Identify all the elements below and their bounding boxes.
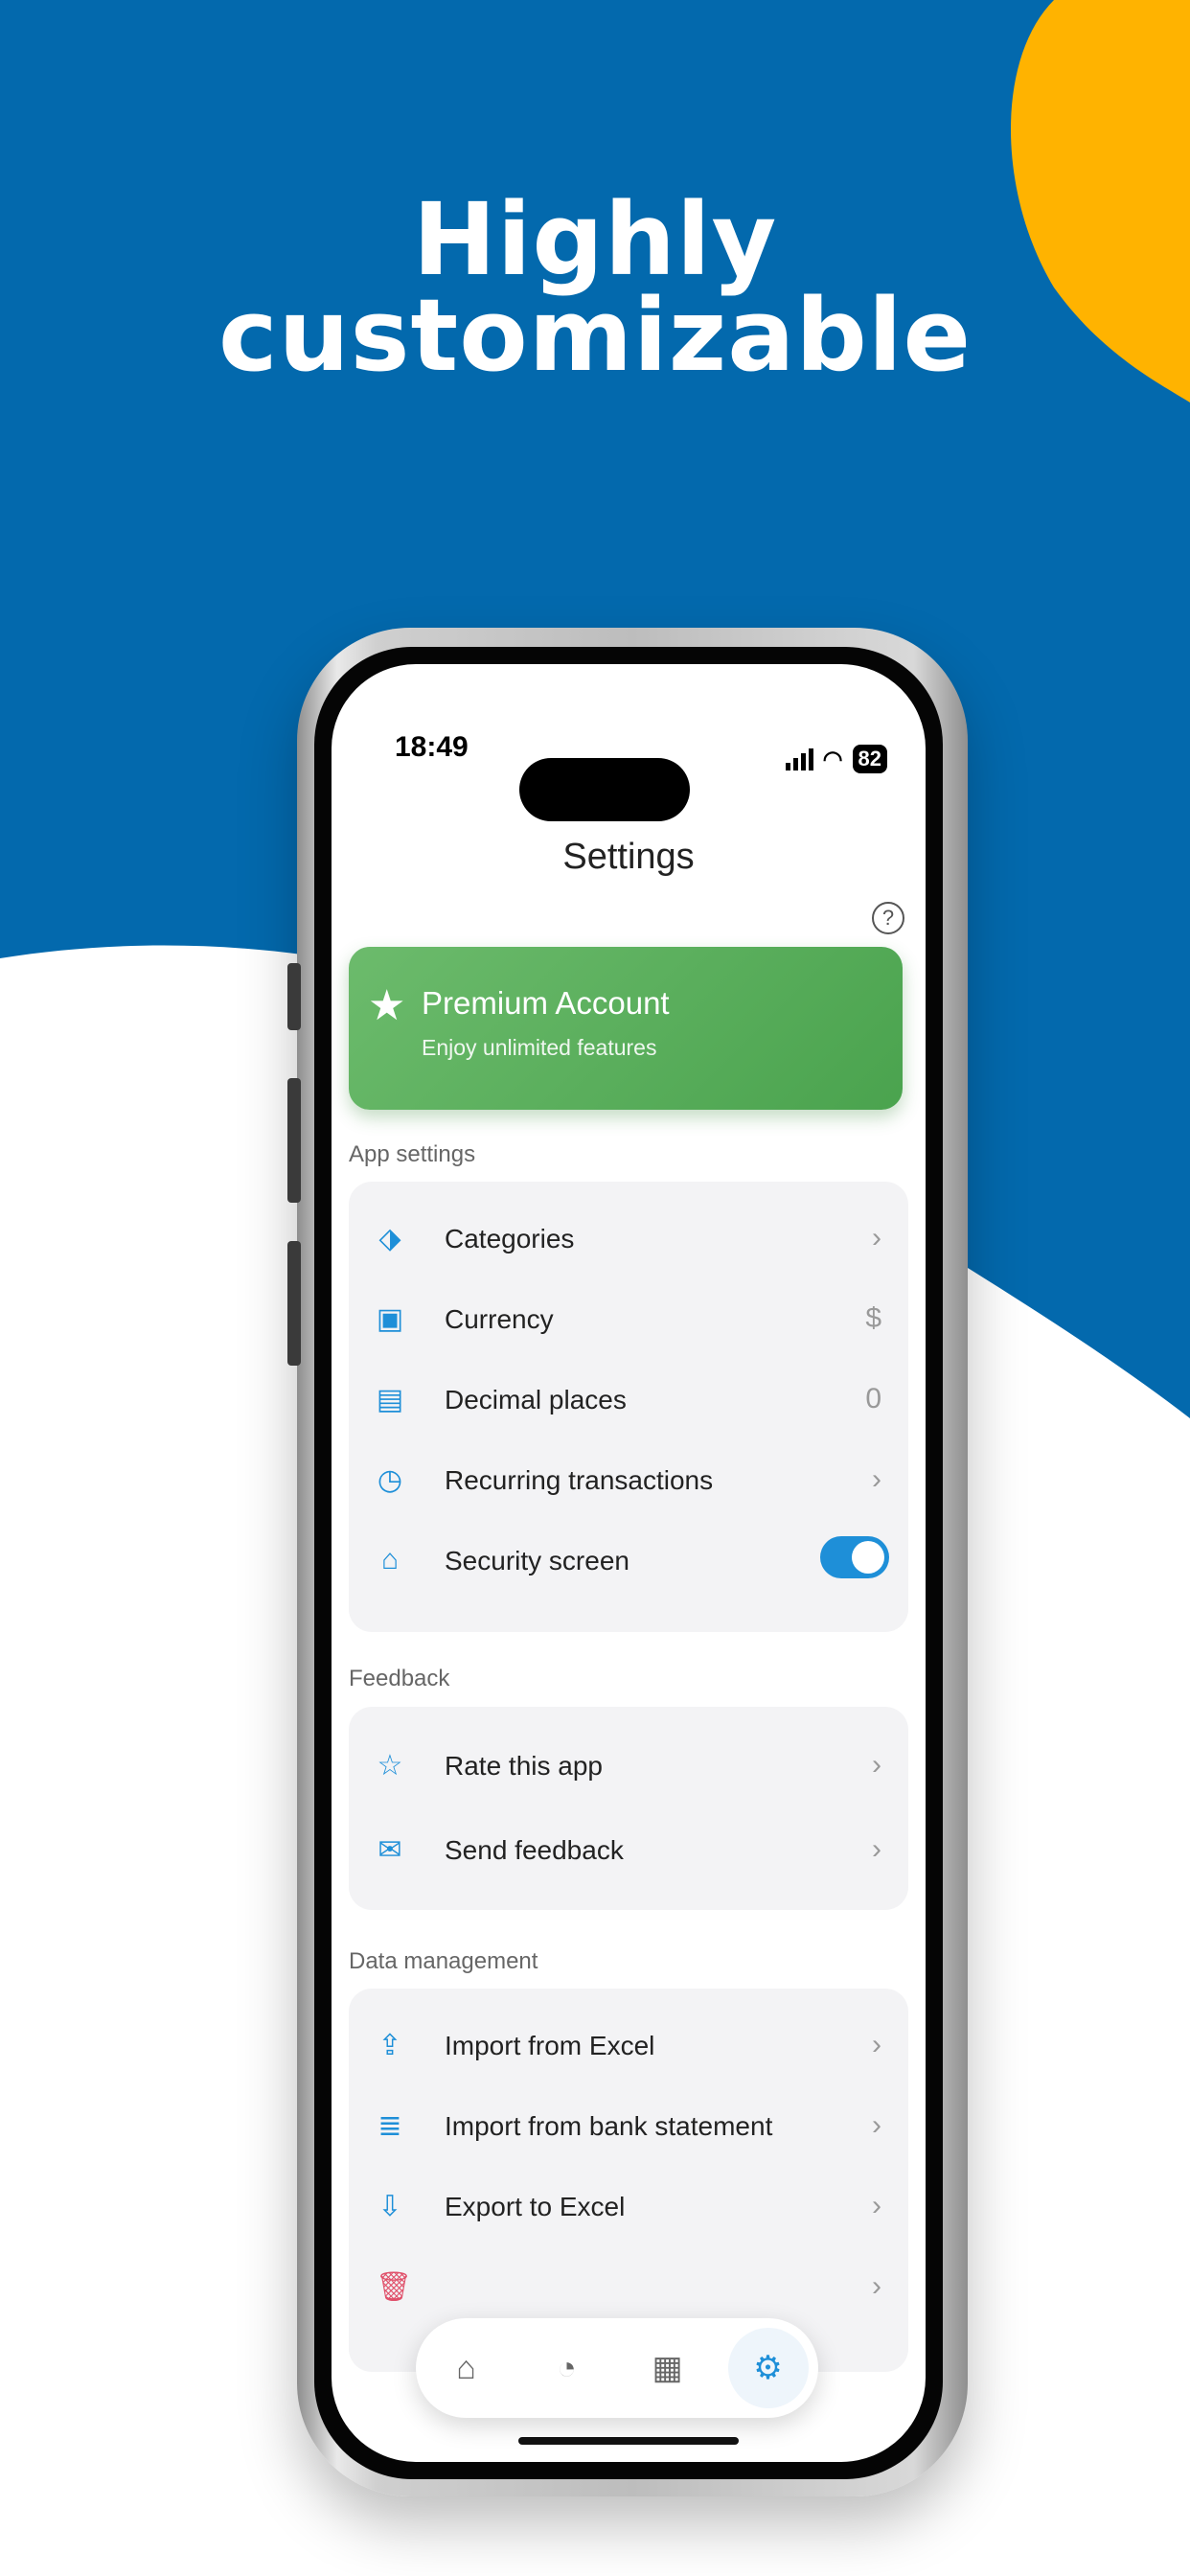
row-label: Security screen <box>445 1546 629 1576</box>
section-label-data-management: Data management <box>349 1948 538 1974</box>
settings-row-security-screen: ⌂ Security screen <box>349 1523 908 1599</box>
chevron-right-icon: › <box>872 2190 881 2221</box>
tab-bank[interactable]: ⌂ <box>426 2328 507 2408</box>
chevron-right-icon: › <box>872 1749 881 1781</box>
tag-icon: ⬗ <box>378 1223 401 1254</box>
clock-icon: ◷ <box>377 1464 403 1496</box>
settings-row-import-bank-statement[interactable]: ≣ Import from bank statement › <box>349 2088 908 2165</box>
chevron-right-icon: › <box>872 1463 881 1495</box>
section-label-feedback: Feedback <box>349 1666 450 1691</box>
row-label: Recurring transactions <box>445 1465 714 1495</box>
gear-icon: ⚙ <box>753 2350 783 2386</box>
table-icon: ▦ <box>652 2350 683 2386</box>
chat-icon: ✉ <box>378 1834 402 1866</box>
settings-row-recurring-transactions[interactable]: ◷ Recurring transactions › <box>349 1442 908 1519</box>
tab-table[interactable]: ▦ <box>628 2328 708 2408</box>
chevron-right-icon: › <box>872 1833 881 1865</box>
status-bar: 18:49 ◠ 82 <box>332 731 926 821</box>
row-label: Import from bank statement <box>445 2111 773 2141</box>
settings-row-rate-app[interactable]: ☆ Rate this app › <box>349 1728 908 1805</box>
side-button-volume-down <box>287 1241 301 1366</box>
row-label: Categories <box>445 1224 575 1254</box>
lock-icon: ⌂ <box>380 1544 400 1576</box>
tab-bar: ⌂ ◔ ▦ ⚙ <box>416 2318 818 2418</box>
chevron-right-icon: › <box>872 2029 881 2060</box>
settings-row-import-excel[interactable]: ⇪ Import from Excel › <box>349 2008 908 2084</box>
row-label: Decimal places <box>445 1385 627 1414</box>
currency-value: $ <box>865 1302 881 1334</box>
row-label: Export to Excel <box>445 2192 626 2221</box>
status-time: 18:49 <box>395 731 469 763</box>
file-upload-icon: ⇪ <box>378 2030 402 2061</box>
settings-row-decimal-places[interactable]: ▤ Decimal places 0 <box>349 1362 908 1438</box>
headline-line-2: customizable <box>217 277 973 394</box>
file-text-icon: ≣ <box>378 2110 402 2142</box>
phone-mockup: 18:49 ◠ 82 Settings ? ★ Premium Account … <box>287 628 987 2506</box>
chevron-right-icon: › <box>872 2270 881 2302</box>
section-label-app-settings: App settings <box>349 1141 476 1167</box>
file-download-icon: ⇩ <box>378 2191 402 2222</box>
calculator-icon: ▤ <box>376 1384 404 1415</box>
headline: Highly customizable <box>0 181 1190 394</box>
pie-chart-icon: ◔ <box>557 2349 577 2386</box>
premium-subtitle: Enjoy unlimited features <box>422 1035 657 1060</box>
premium-account-card[interactable]: ★ Premium Account Enjoy unlimited featur… <box>349 947 903 1110</box>
side-button-volume-up <box>287 1078 301 1203</box>
phone-screen: 18:49 ◠ 82 Settings ? ★ Premium Account … <box>332 664 926 2462</box>
premium-title: Premium Account <box>422 985 670 1021</box>
chevron-right-icon: › <box>872 2109 881 2141</box>
home-indicator <box>518 2437 739 2445</box>
page-title: Settings <box>562 837 695 877</box>
status-indicators: ◠ 82 <box>785 745 887 773</box>
signal-icon <box>785 748 813 770</box>
decimal-places-value: 0 <box>865 1383 881 1414</box>
battery-indicator: 82 <box>852 745 887 773</box>
row-label: Rate this app <box>445 1751 603 1781</box>
headline-line-1: Highly <box>412 181 778 298</box>
help-icon[interactable]: ? <box>872 902 904 934</box>
side-button-silent <box>287 963 301 1030</box>
star-outline-icon: ☆ <box>377 1750 403 1782</box>
star-icon: ★ <box>368 982 406 1029</box>
settings-row-send-feedback[interactable]: ✉ Send feedback › <box>349 1812 908 1889</box>
dynamic-island <box>519 758 690 821</box>
tab-settings[interactable]: ⚙ <box>727 2328 809 2408</box>
wifi-icon: ◠ <box>822 746 843 772</box>
app-settings-card: ⬗ Categories › ▣ Currency $ ▤ Decimal pl… <box>349 1182 908 1632</box>
currency-icon: ▣ <box>376 1303 404 1335</box>
data-management-card: ⇪ Import from Excel › ≣ Import from bank… <box>349 1989 908 2372</box>
row-label: Currency <box>445 1304 554 1334</box>
row-label: Import from Excel <box>445 2031 655 2060</box>
settings-row-currency[interactable]: ▣ Currency $ <box>349 1281 908 1358</box>
security-screen-toggle[interactable] <box>820 1536 889 1578</box>
tab-charts[interactable]: ◔ <box>527 2328 607 2408</box>
settings-row-categories[interactable]: ⬗ Categories › <box>349 1201 908 1277</box>
feedback-card: ☆ Rate this app › ✉ Send feedback › <box>349 1707 908 1910</box>
trash-icon: 🗑 <box>376 2271 413 2303</box>
bank-icon: ⌂ <box>456 2349 476 2386</box>
settings-row-delete-data[interactable]: 🗑 › <box>349 2249 908 2326</box>
row-label: Send feedback <box>445 1835 624 1865</box>
settings-row-export-excel[interactable]: ⇩ Export to Excel › <box>349 2169 908 2245</box>
chevron-right-icon: › <box>872 1222 881 1254</box>
